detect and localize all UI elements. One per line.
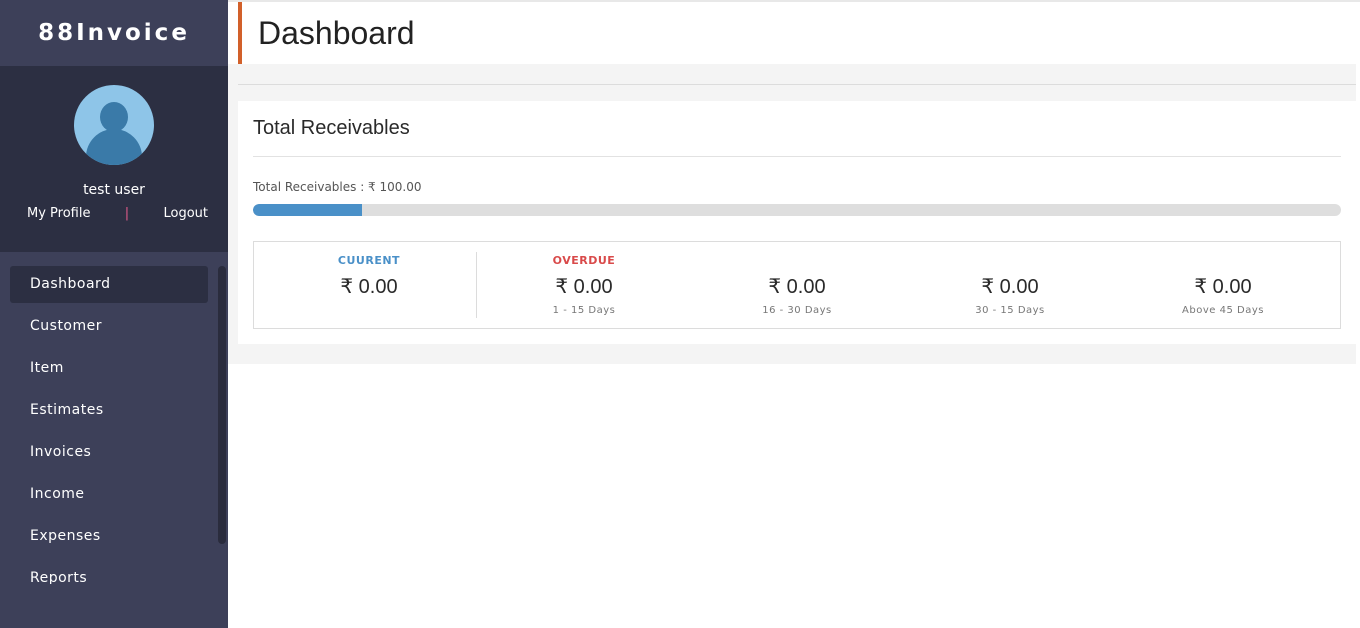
bucket-range: 1 - 15 Days: [552, 305, 616, 316]
sidebar-item-estimates[interactable]: Estimates: [10, 392, 208, 429]
sidebar-item-customer[interactable]: Customer: [10, 308, 208, 345]
receivables-summary: Total Receivables : ₹ 100.00: [253, 180, 422, 194]
current-label: CUURENT: [337, 254, 401, 267]
user-silhouette-icon: [74, 85, 154, 165]
stat-current: CUURENT ₹ 0.00: [269, 242, 469, 328]
sidebar-item-expenses[interactable]: Expenses: [10, 518, 208, 555]
sidebar-item-item[interactable]: Item: [10, 350, 208, 387]
bucket-amount: ₹ 0.00: [768, 276, 826, 298]
card-divider: [253, 156, 1341, 157]
user-panel: test user My Profile | Logout: [0, 66, 228, 252]
stat-overdue-16-30: ₹ 0.00 16 - 30 Days: [697, 242, 897, 328]
empty-label: [1123, 254, 1323, 268]
current-amount: ₹ 0.00: [340, 276, 398, 298]
sidebar-menu: Dashboard Customer Item Estimates Invoic…: [10, 266, 208, 602]
receivables-stats: CUURENT ₹ 0.00 OVERDUE ₹ 0.00 1 - 15 Day…: [253, 241, 1341, 329]
page-header: Dashboard: [238, 2, 1356, 64]
progress-fill: [253, 204, 362, 216]
sidebar-clip: [0, 584, 218, 628]
receivables-title: Total Receivables: [253, 117, 410, 139]
sidebar-item-invoices[interactable]: Invoices: [10, 434, 208, 471]
bucket-amount: ₹ 0.00: [1194, 276, 1252, 298]
brand-logo[interactable]: 88Invoice: [0, 0, 228, 66]
bucket-range: 30 - 15 Days: [975, 305, 1045, 316]
bucket-amount: ₹ 0.00: [981, 276, 1039, 298]
stat-overdue-above-45: ₹ 0.00 Above 45 Days: [1123, 242, 1323, 328]
empty-label: [697, 254, 897, 268]
bucket-range: 16 - 30 Days: [762, 305, 832, 316]
stat-overdue-1-15: OVERDUE ₹ 0.00 1 - 15 Days: [484, 242, 684, 328]
main-content: Dashboard Total Receivables Total Receiv…: [228, 0, 1360, 628]
sidebar-item-income[interactable]: Income: [10, 476, 208, 513]
bucket-range: Above 45 Days: [1182, 305, 1264, 316]
username: test user: [83, 182, 145, 198]
bucket-amount: ₹ 0.00: [555, 276, 613, 298]
stats-separator: [476, 252, 477, 318]
sidebar-scrollbar[interactable]: [218, 266, 226, 544]
link-separator: |: [124, 206, 130, 221]
receivables-progress-bar: [253, 204, 1341, 216]
sidebar: 88Invoice test user My Profile | Logout …: [0, 0, 228, 628]
receivables-card: Total Receivables Total Receivables : ₹ …: [238, 101, 1356, 344]
my-profile-link[interactable]: My Profile: [27, 206, 90, 221]
user-links: My Profile | Logout: [0, 206, 228, 221]
header-divider: [238, 84, 1356, 85]
page-title: Dashboard: [258, 15, 415, 51]
overdue-label: OVERDUE: [552, 254, 616, 267]
empty-label: [910, 254, 1110, 268]
stat-overdue-30-15: ₹ 0.00 30 - 15 Days: [910, 242, 1110, 328]
logout-link[interactable]: Logout: [163, 206, 208, 221]
sidebar-item-dashboard[interactable]: Dashboard: [10, 266, 208, 303]
